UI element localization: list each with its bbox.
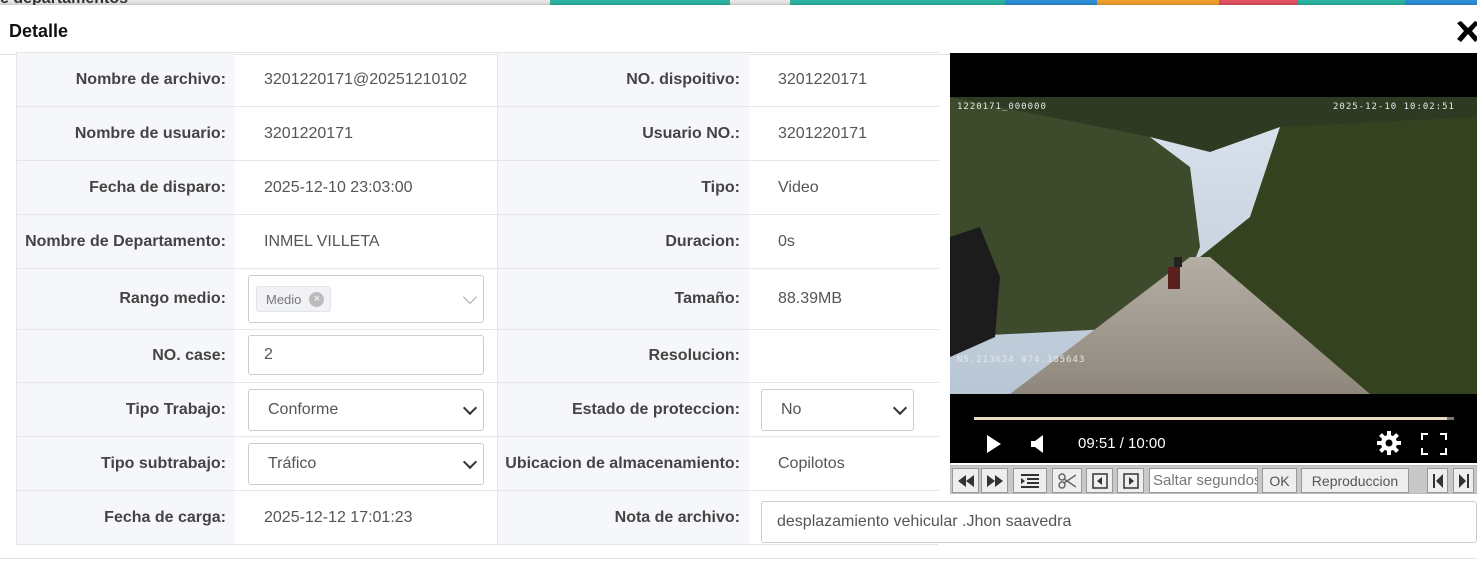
work-type-selected: Conforme	[268, 401, 339, 418]
trigger-date-value: 2025-12-10 23:03:00	[264, 178, 413, 196]
skip-end-button[interactable]	[1453, 468, 1474, 493]
device-no-value: 3201220171	[778, 70, 867, 88]
work-type-label: Tipo Trabajo:	[17, 383, 235, 436]
medium-range-select[interactable]: Medio ×	[248, 275, 484, 323]
medium-tag-label: Medio	[266, 291, 302, 307]
file-name-value: 3201220171@20251210102	[264, 70, 468, 88]
modal-header: Detalle	[0, 5, 1477, 55]
video-time-display: 09:51 / 10:00	[1078, 435, 1166, 452]
file-note-label: Nota de archivo:	[497, 491, 749, 544]
play-icon[interactable]	[986, 435, 1002, 453]
file-note-input[interactable]: desplazamiento vehicular .Jhon saavedra	[761, 501, 1477, 543]
size-label: Tamaño:	[497, 269, 749, 329]
next-frame-icon	[1122, 472, 1139, 489]
skip-start-button[interactable]	[1427, 468, 1448, 493]
resolution-label: Resolucion:	[497, 330, 749, 382]
trigger-date-label: Fecha de disparo:	[17, 161, 235, 214]
size-value: 88.39MB	[778, 290, 843, 307]
medium-range-label: Rango medio:	[17, 269, 235, 329]
list-button[interactable]	[1013, 468, 1047, 493]
case-no-label: NO. case:	[17, 330, 235, 382]
case-no-input[interactable]: 2	[248, 335, 484, 375]
subwork-type-select[interactable]: Tráfico	[248, 443, 484, 485]
protection-state-selected: No	[781, 401, 802, 418]
playback-toolbar: Saltar segundos OK Reproduccion	[950, 465, 1477, 494]
fast-forward-button[interactable]	[981, 468, 1008, 493]
skip-end-icon	[1458, 473, 1469, 488]
work-type-select[interactable]: Conforme	[248, 389, 484, 431]
rewind-icon	[957, 474, 974, 487]
close-icon[interactable]	[1453, 17, 1477, 47]
video-osd-gps: N5.213624 W74.385643	[957, 355, 1086, 365]
protection-state-label: Estado de proteccion:	[497, 383, 749, 436]
upload-date-value: 2025-12-12 17:01:23	[264, 508, 413, 526]
upload-date-label: Fecha de carga:	[17, 491, 235, 544]
list-indent-icon	[1021, 473, 1039, 488]
duration-value: 0s	[778, 232, 795, 250]
storage-location-label: Ubicacion de almacenamiento:	[497, 437, 749, 490]
detail-grid: Nombre de archivo: 3201220171@2025121010…	[16, 52, 939, 545]
settings-gear-icon[interactable]	[1377, 431, 1401, 455]
user-no-label: Usuario NO.:	[497, 107, 749, 160]
resolution-value	[749, 330, 939, 382]
skip-start-icon	[1432, 473, 1443, 488]
clip-button[interactable]	[1052, 468, 1082, 493]
detail-row: Tipo subtrabajo: Tráfico Ubicacion de al…	[17, 436, 939, 490]
video-osd-id: 1220171_000000	[957, 102, 1047, 112]
chevron-down-icon	[462, 454, 478, 470]
detail-row: Rango medio: Medio × Tamaño: 88.39MB	[17, 268, 939, 329]
type-label: Tipo:	[497, 161, 749, 214]
department-value: INMEL VILLETA	[264, 232, 380, 250]
video-player[interactable]: 1220171_000000 2025-12-10 10:02:51 N5.21…	[950, 53, 1477, 463]
detail-row: Nombre de Departamento: INMEL VILLETA Du…	[17, 214, 939, 268]
file-name-label: Nombre de archivo:	[17, 53, 235, 106]
fullscreen-icon[interactable]	[1421, 433, 1447, 455]
protection-state-select[interactable]: No	[761, 389, 914, 431]
user-no-value: 3201220171	[778, 124, 867, 142]
detail-row: Tipo Trabajo: Conforme Estado de protecc…	[17, 382, 939, 436]
medium-tag: Medio ×	[256, 286, 332, 312]
subwork-type-selected: Tráfico	[268, 455, 317, 472]
storage-location-value: Copilotos	[778, 454, 845, 472]
detail-row: Nombre de usuario: 3201220171 Usuario NO…	[17, 106, 939, 160]
modal-title: Detalle	[9, 21, 69, 41]
seek-seconds-input[interactable]: Saltar segundos	[1149, 468, 1258, 493]
ok-button[interactable]: OK	[1262, 468, 1297, 493]
rewind-button[interactable]	[952, 468, 979, 493]
device-no-label: NO. dispoitivo:	[497, 53, 749, 106]
prev-frame-button[interactable]	[1086, 468, 1113, 493]
video-progress-fill	[974, 417, 1447, 420]
chevron-down-icon	[462, 400, 478, 416]
duration-label: Duracion:	[497, 215, 749, 268]
scissors-icon	[1058, 472, 1076, 489]
prev-frame-icon	[1091, 472, 1108, 489]
detail-row: Fecha de disparo: 2025-12-10 23:03:00 Ti…	[17, 160, 939, 214]
video-osd-timestamp: 2025-12-10 10:02:51	[1333, 102, 1455, 112]
chevron-down-icon	[892, 400, 908, 416]
subwork-type-label: Tipo subtrabajo:	[17, 437, 235, 490]
tag-remove-icon[interactable]: ×	[309, 291, 325, 307]
next-frame-button[interactable]	[1117, 468, 1144, 493]
user-name-label: Nombre de usuario:	[17, 107, 235, 160]
volume-icon[interactable]	[1031, 435, 1047, 453]
detail-row: NO. case: 2 Resolucion:	[17, 329, 939, 382]
type-value: Video	[778, 178, 819, 196]
video-frame	[950, 97, 1477, 394]
chevron-down-icon	[462, 289, 478, 305]
department-label: Nombre de Departamento:	[17, 215, 235, 268]
video-progress-bar[interactable]	[974, 417, 1454, 420]
fast-forward-icon	[986, 474, 1003, 487]
user-name-value: 3201220171	[264, 124, 353, 142]
detail-row: Nombre de archivo: 3201220171@2025121010…	[17, 52, 939, 106]
modal-footer-divider	[0, 558, 1477, 559]
playback-button[interactable]: Reproduccion	[1301, 468, 1409, 493]
